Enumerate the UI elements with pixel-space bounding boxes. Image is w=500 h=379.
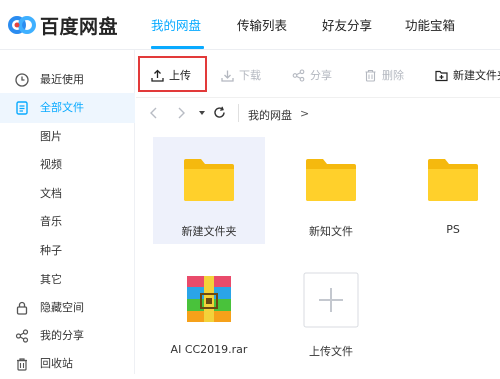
file-name: PS [446,223,460,236]
share-icon [15,329,29,343]
folder-icon [184,159,234,201]
sidebar-item-label: 图片 [40,130,62,143]
logo-text: 百度网盘 [40,15,119,38]
sidebar-item-label: 全部文件 [40,101,84,114]
sidebar-item-videos[interactable]: 视频 [0,150,135,180]
tab-friend-share[interactable]: 好友分享 [322,15,372,34]
trash-icon [365,69,376,82]
trash-icon [17,358,27,371]
sidebar-item-label: 最近使用 [40,73,84,86]
sidebar-item-recycle-bin[interactable]: 回收站 [0,349,135,379]
sidebar-item-all-files[interactable]: 全部文件 [0,93,135,123]
new-folder-button[interactable]: 新建文件夹 [435,67,500,83]
back-arrow-icon[interactable] [148,106,160,120]
clock-icon [15,73,29,87]
sidebar-item-label: 隐藏空间 [40,301,84,314]
sidebar-item-label: 文档 [40,187,62,200]
delete-button[interactable]: 删除 [364,67,404,83]
download-button[interactable]: 下载 [221,67,261,83]
plus-icon [303,272,359,328]
tab-transfer-list[interactable]: 传输列表 [237,15,287,34]
share-label: 分享 [310,69,332,82]
sidebar-item-label: 回收站 [40,357,73,370]
sidebar-item-documents[interactable]: 文档 [0,179,135,209]
file-item-folder[interactable]: 新建文件夹 [153,137,265,244]
delete-label: 删除 [382,69,404,82]
sidebar-item-images[interactable]: 图片 [0,122,135,152]
rar-archive-icon [187,276,231,322]
breadcrumb-separator: > [300,107,310,120]
file-item-archive[interactable]: AI CC2019.rar [153,262,265,362]
baidu-cloud-icon [8,16,36,34]
sidebar-item-music[interactable]: 音乐 [0,207,135,237]
share-button[interactable]: 分享 [292,67,332,83]
share-icon [292,68,305,82]
sidebar-item-label: 音乐 [40,215,62,228]
file-item-folder[interactable]: PS [397,137,500,244]
sidebar-item-torrents[interactable]: 种子 [0,236,135,266]
sidebar-item-hidden-space[interactable]: 隐藏空间 [0,293,135,323]
sidebar-item-label: 视频 [40,158,62,171]
document-icon [16,101,28,115]
lock-icon [16,301,28,315]
sidebar-item-label: 种子 [40,244,62,257]
app-logo[interactable]: 百度网盘 [8,11,118,39]
top-header: 百度网盘 我的网盘 传输列表 好友分享 功能宝箱 [0,0,500,50]
file-name: 新建文件夹 [181,225,237,238]
sidebar: 最近使用 全部文件 图片 视频 文档 音乐 种子 其它 隐藏空间 我的分享 回收… [0,50,135,374]
active-tab-indicator [151,46,204,49]
download-label: 下载 [239,69,261,82]
file-name: 上传文件 [309,345,353,358]
sidebar-item-label: 我的分享 [40,329,84,342]
file-name: 新知文件 [309,225,353,238]
breadcrumb-current[interactable]: 我的网盘 [248,107,292,123]
folder-icon [306,159,356,201]
refresh-icon[interactable] [213,106,226,119]
file-name: AI CC2019.rar [170,343,248,356]
new-folder-icon [435,70,448,81]
sidebar-item-my-shares[interactable]: 我的分享 [0,321,135,351]
upload-file-tile[interactable]: 上传文件 [275,262,387,362]
breadcrumb-divider [238,104,239,122]
tab-toolbox[interactable]: 功能宝箱 [405,15,455,34]
sidebar-item-label: 其它 [40,273,62,286]
upload-highlight-box [138,56,207,92]
tab-my-disk[interactable]: 我的网盘 [151,15,201,34]
download-icon [221,70,234,82]
file-item-folder[interactable]: 新知文件 [275,137,387,244]
forward-arrow-icon[interactable] [175,106,187,120]
new-folder-label: 新建文件夹 [453,69,500,82]
sidebar-item-recent[interactable]: 最近使用 [0,65,135,95]
folder-icon [428,159,478,201]
sidebar-item-other[interactable]: 其它 [0,265,135,295]
dropdown-caret-icon[interactable] [198,109,206,117]
